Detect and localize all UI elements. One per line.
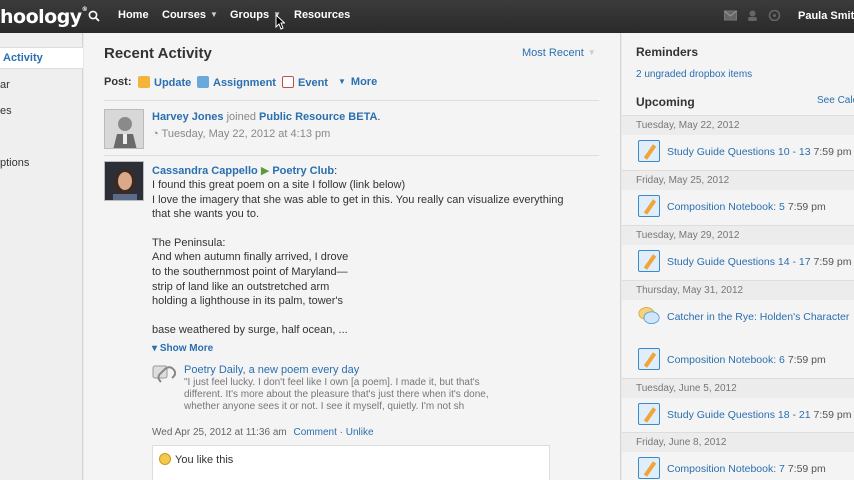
show-more-link[interactable]: ▾ Show More [152, 343, 213, 354]
upcoming-item[interactable]: Study Guide Questions 14 - 17 7:59 pm [636, 247, 854, 277]
mouse-cursor-icon [275, 14, 285, 30]
avatar[interactable] [104, 161, 144, 201]
post-label: Post: [104, 76, 132, 88]
like-box: You like this [152, 445, 550, 480]
discussion-icon [638, 307, 660, 325]
left-sidebar: Activity ar es ptions [0, 33, 83, 480]
right-sidebar: Reminders 2 ungraded dropbox items Upcom… [622, 33, 854, 480]
link-summary: "I just feel lucky. I don't feel like I … [184, 377, 480, 388]
search-button[interactable] [82, 4, 106, 28]
assignment-icon [638, 348, 660, 370]
post-text: I found this great poem on a site I foll… [152, 179, 406, 191]
assignment-icon [638, 250, 660, 272]
post-event-button[interactable]: Event [282, 76, 328, 89]
group-link[interactable]: Poetry Club [272, 165, 334, 177]
comment-link[interactable]: Comment [294, 427, 337, 438]
post-text: to the southernmost point of Maryland— [152, 266, 348, 278]
assignment-icon [638, 457, 660, 479]
divider [104, 155, 599, 156]
chevron-down-icon: ▾ [152, 343, 160, 354]
assignment-icon [197, 76, 209, 88]
sidebar-item-activity[interactable]: Activity [0, 47, 83, 69]
calendar-icon [282, 76, 294, 88]
author-link[interactable]: Cassandra Cappello [152, 165, 258, 177]
avatar[interactable] [104, 109, 144, 149]
divider [104, 100, 599, 101]
upcoming-item[interactable]: Study Guide Questions 10 - 13 7:59 pm [636, 137, 854, 167]
update-icon [138, 76, 150, 88]
schoology-logo[interactable]: hoology® [0, 6, 88, 28]
see-calendar-link[interactable]: See Cale [817, 95, 854, 106]
post-text: And when autumn finally arrived, I drove [152, 251, 349, 263]
upcoming-date: Tuesday, May 22, 2012 [622, 115, 854, 135]
upcoming-date: Thursday, May 31, 2012 [622, 280, 854, 300]
link-summary: different. It's more about the pleasure … [184, 389, 489, 400]
post-meta: Wed Apr 25, 2012 at 11:36 am Comment · U… [152, 427, 374, 438]
notifications-icon[interactable] [768, 10, 781, 21]
post-update-button[interactable]: Update [138, 76, 191, 89]
clock-icon: ◔ [152, 128, 162, 140]
messages-icon[interactable] [724, 10, 737, 21]
upcoming-date: Tuesday, June 5, 2012 [622, 378, 854, 398]
post-assignment-button[interactable]: Assignment [197, 76, 276, 89]
post-text: The Peninsula: [152, 237, 226, 249]
reminder-link[interactable]: 2 ungraded dropbox items [636, 69, 752, 80]
reminders-heading: Reminders [636, 45, 699, 59]
sidebar-item-options[interactable]: ptions [0, 157, 29, 169]
feed-item-header: Cassandra Cappello ▶ Poetry Club: [152, 165, 338, 177]
upcoming-item[interactable]: Composition Notebook: 6 7:59 pm [636, 345, 854, 375]
upcoming-date: Friday, June 8, 2012 [622, 432, 854, 452]
sidebar-item-messages[interactable]: es [0, 105, 12, 117]
upcoming-item[interactable]: Catcher in the Rye: Holden's Character [636, 302, 854, 332]
post-more-button[interactable]: ▼ More [338, 76, 377, 88]
user-menu[interactable]: Paula Smith [798, 10, 854, 22]
arrow-right-icon: ▶ [260, 165, 273, 177]
group-link[interactable]: Public Resource BETA [259, 111, 377, 123]
upcoming-item[interactable]: Composition Notebook: 7 7:59 pm [636, 454, 854, 480]
timestamp: Wed Apr 25, 2012 at 11:36 am [152, 427, 287, 438]
sidebar-item-calendar[interactable]: ar [0, 79, 10, 91]
like-status: You like this [175, 454, 234, 466]
requests-icon[interactable] [746, 10, 759, 21]
assignment-icon [638, 195, 660, 217]
post-text: holding a lighthouse in its palm, tower'… [152, 295, 344, 307]
sort-dropdown[interactable]: Most Recent ▼ [522, 47, 596, 59]
author-link[interactable]: Harvey Jones [152, 111, 224, 123]
nav-home[interactable]: Home [118, 9, 149, 21]
nav-resources[interactable]: Resources [294, 9, 350, 21]
unlike-link[interactable]: Unlike [346, 427, 374, 438]
page-title: Recent Activity [104, 45, 212, 62]
user-photo-icon [105, 110, 143, 148]
assignment-icon [638, 403, 660, 425]
recent-activity-panel: Recent Activity Most Recent ▼ Post: Updat… [84, 33, 621, 480]
post-text: that she wants you to. [152, 208, 260, 220]
chevron-down-icon: ▼ [210, 10, 218, 19]
assignment-icon [638, 140, 660, 162]
upcoming-item[interactable]: Study Guide Questions 18 - 21 7:59 pm [636, 400, 854, 430]
feed-item-header: Harvey Jones joined Public Resource BETA… [152, 111, 381, 123]
user-photo-icon [105, 162, 143, 200]
smiley-icon [159, 453, 171, 465]
post-text: I love the imagery that she was able to … [152, 194, 564, 206]
nav-courses[interactable]: Courses ▼ [162, 9, 218, 21]
top-navigation-bar: hoology® Home Courses ▼ Groups ▼ Resources… [0, 0, 854, 33]
post-text: strip of land like an outstretched arm [152, 281, 330, 293]
chevron-down-icon: ▼ [587, 48, 596, 57]
link-summary: whether anyone sees it or not. I see it … [184, 401, 465, 412]
post-text: base weathered by surge, half ocean, ... [152, 324, 348, 336]
timestamp: ◔ Tuesday, May 22, 2012 at 4:13 pm [152, 128, 331, 140]
caret-down-icon: ▼ [338, 77, 346, 86]
link-icon [152, 365, 176, 383]
upcoming-date: Friday, May 25, 2012 [622, 170, 854, 190]
upcoming-item[interactable]: Composition Notebook: 5 7:59 pm [636, 192, 854, 222]
shared-link-title[interactable]: Poetry Daily, a new poem every day [184, 364, 359, 376]
nav-groups[interactable]: Groups ▼ [230, 9, 281, 21]
search-icon [88, 10, 100, 22]
upcoming-date: Tuesday, May 29, 2012 [622, 225, 854, 245]
upcoming-heading: Upcoming [636, 95, 695, 109]
